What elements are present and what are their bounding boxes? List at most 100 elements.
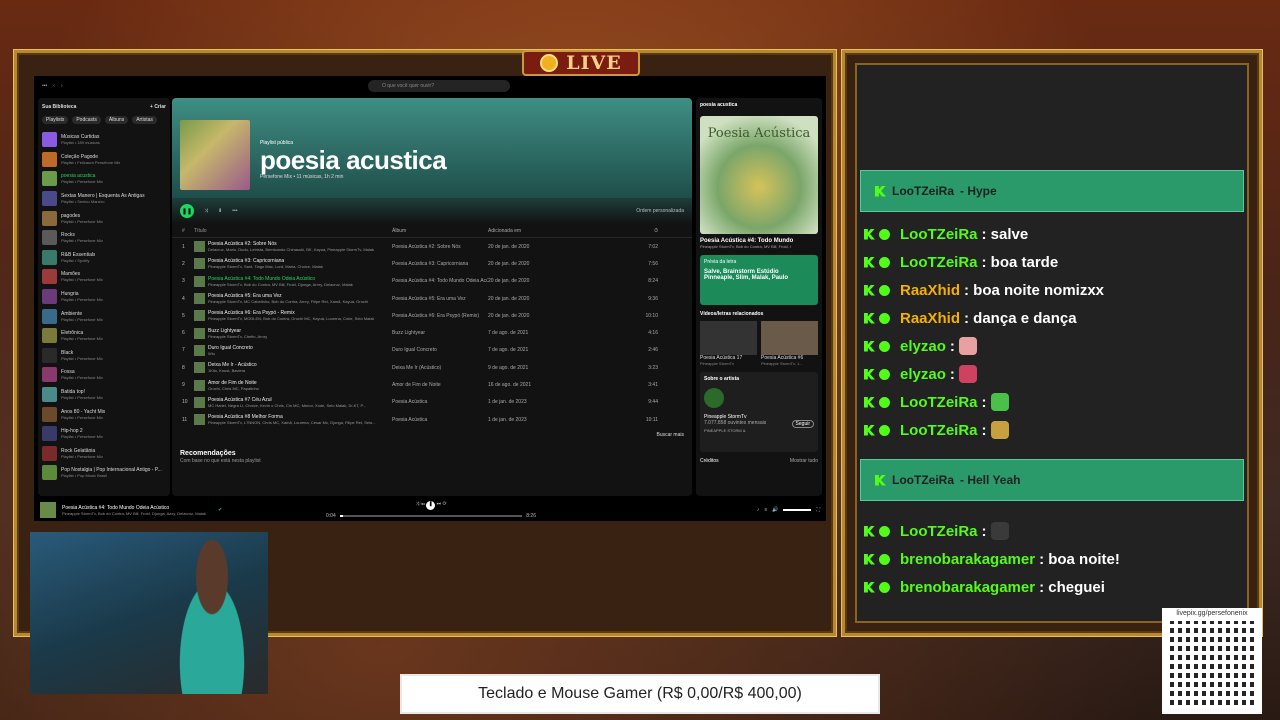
library-item[interactable]: Hungria Playlist • Persefone Mix — [42, 287, 166, 307]
track-artists[interactable]: Pineapple StormTv, Bob do Contra, MV Bil… — [208, 282, 353, 287]
track-album[interactable]: Poesia Acústica #3: Capricorniana — [392, 261, 488, 267]
track-row[interactable]: 8 Deixa Me Ir - Acústico 1Kilo, Knust, Bav… — [172, 359, 692, 376]
download-icon[interactable]: ⬇ — [218, 208, 222, 214]
track-artists[interactable]: MC Hariel, Negra Li, Choice, Kevin o Chr… — [208, 403, 366, 408]
volume-slider[interactable] — [783, 509, 812, 511]
bar-track-artists[interactable]: Pineapple StormTv, Bob do Contra, MV Bil… — [62, 511, 212, 516]
chat-username[interactable]: LooTZeiRa — [900, 226, 978, 243]
chat-username[interactable]: elyzao — [900, 366, 946, 383]
track-row[interactable]: 4 Poesia Acústica #5: Era uma Vez Pineappl… — [172, 290, 692, 307]
filter-chip[interactable]: Álbuns — [104, 116, 129, 124]
col-album[interactable]: Álbum — [392, 228, 488, 234]
library-item[interactable]: Batida top! Playlist • Persefone Mix — [42, 385, 166, 405]
library-item[interactable]: Fossa Playlist • Persefone Mix — [42, 365, 166, 385]
track-album[interactable]: Amor de Fim de Noite — [392, 382, 488, 388]
fullscreen-icon[interactable]: ⛶ — [816, 507, 820, 513]
library-item[interactable]: Músicas Curtidas Playlist • 189 músicas — [42, 130, 166, 150]
col-date[interactable]: Adicionada em — [488, 228, 618, 234]
highlight-user[interactable]: LooTZeiRa — [892, 184, 954, 198]
queue-icon[interactable]: ≡ — [764, 507, 767, 513]
find-more-link[interactable]: Buscar mais — [172, 428, 692, 442]
chat-username[interactable]: LooTZeiRa — [900, 523, 978, 540]
track-artists[interactable]: 1Kilo, Knust, Baviera — [208, 368, 257, 373]
track-row[interactable]: 1 Poesia Acústica #2: Sobre Nós Delacruz, … — [172, 238, 692, 255]
forward-icon[interactable]: › — [61, 83, 63, 89]
create-button[interactable]: + Criar — [150, 104, 166, 110]
library-item[interactable]: Anos 80 - Yacht Mix Playlist • Persefone … — [42, 404, 166, 424]
more-icon[interactable]: ••• — [42, 83, 47, 89]
chat-username[interactable]: elyzao — [900, 338, 946, 355]
track-album[interactable]: Poesia Acústica #5: Era uma Vez — [392, 296, 488, 302]
library-item[interactable]: Eletrônica Playlist • Persefone Mix — [42, 326, 166, 346]
chat-username[interactable]: LooTZeiRa — [900, 422, 978, 439]
library-item[interactable]: Rocks Playlist • Persefone Mix — [42, 228, 166, 248]
repeat-icon[interactable]: ⟳ — [443, 501, 447, 507]
track-artists[interactable]: Wiu — [208, 351, 253, 356]
track-artists[interactable]: Orochi, Chris MC, Papatinho — [208, 386, 259, 391]
pause-button[interactable]: ❚ — [426, 501, 436, 510]
library-item[interactable]: Black Playlist • Persefone Mix — [42, 346, 166, 366]
chat-username[interactable]: brenobarakagamer — [900, 579, 1035, 596]
track-album[interactable]: Buzz Lightyear — [392, 330, 488, 336]
shuffle-icon[interactable]: ⤨ — [415, 501, 419, 507]
library-item[interactable]: Mamões Playlist • Persefone Mix — [42, 267, 166, 287]
track-row[interactable]: 9 Amor de Fim de Noite Orochi, Chris MC, P… — [172, 376, 692, 393]
track-artists[interactable]: Pineapple StormTv, L7NNON, Chris MC, Xam… — [208, 420, 376, 425]
chat-username[interactable]: RaaXhid — [900, 282, 960, 299]
sort-select[interactable]: Ordem personalizada — [636, 208, 684, 214]
saved-check-icon[interactable]: ✔ — [218, 507, 222, 513]
follow-button[interactable]: Seguir — [791, 420, 814, 428]
previous-icon[interactable]: ⏮ — [421, 501, 425, 507]
track-album[interactable]: Poesia Acústica #6: Era Psypó (Remix) — [392, 313, 488, 319]
play-button[interactable]: ❚❚ — [180, 204, 194, 218]
qr-code[interactable]: livepix.gg/persefonenix — [1162, 608, 1262, 714]
library-item[interactable]: Rock Gelatânia Playlist • Persefone Mix — [42, 444, 166, 464]
track-row[interactable]: 11 Poesia Acústica #8 Melhor Forma Pineapp… — [172, 411, 692, 428]
track-row[interactable]: 2 Poesia Acústica #3: Capricorniana Pineap… — [172, 255, 692, 272]
shuffle-icon[interactable]: ⤨ — [204, 208, 208, 214]
related-thumb[interactable] — [761, 321, 818, 355]
next-icon[interactable]: ⏭ — [437, 501, 442, 507]
track-row[interactable]: 6 Buzz Lightyear Pineapple StormTv, Chefin… — [172, 324, 692, 341]
chat-username[interactable]: LooTZeiRa — [900, 394, 978, 411]
col-title[interactable]: Título — [194, 228, 392, 234]
track-album[interactable]: Duro Igual Concreto — [392, 347, 488, 353]
back-icon[interactable]: ‹ — [53, 83, 55, 89]
library-item[interactable]: Ambiente Playlist • Persefone Mix — [42, 306, 166, 326]
track-artists[interactable]: Pineapple StormTv, Chefin, Arnry — [208, 334, 267, 339]
track-album[interactable]: Poesia Acústica — [392, 417, 488, 423]
related-thumb[interactable] — [700, 321, 757, 355]
library-item[interactable]: poesia acustica Playlist • Persefone Mix — [42, 169, 166, 189]
filter-chip[interactable]: Artistas — [132, 116, 157, 124]
highlight-user[interactable]: LooTZeiRa — [892, 473, 954, 487]
track-row[interactable]: 5 Poesia Acústica #6: Era Psypó - Remix Pi… — [172, 307, 692, 324]
library-item[interactable]: Hip-hop 2 Playlist • Persefone Mix — [42, 424, 166, 444]
track-album[interactable]: Poesia Acústica — [392, 399, 488, 405]
now-playing-artists[interactable]: Pineapple StormTv, Bob do Contra, MV Bil… — [700, 244, 818, 249]
track-title[interactable]: Amor de Fim de Noite — [208, 380, 259, 386]
chat-username[interactable]: RaaXhid — [900, 310, 960, 327]
volume-icon[interactable]: 🔊 — [772, 507, 778, 513]
track-artists[interactable]: Pineapple StormTv, MODLEN, Bob do Contra… — [208, 316, 374, 321]
track-album[interactable]: Deixa Me Ir (Acústico) — [392, 365, 488, 371]
track-album[interactable]: Poesia Acústica #4: Todo Mundo Odeia Acú… — [392, 278, 488, 284]
track-row[interactable]: 10 Poesia Acústica #7 Céu Azul MC Hariel, … — [172, 394, 692, 411]
filter-chip[interactable]: Podcasts — [72, 116, 101, 124]
more-options-icon[interactable]: ••• — [232, 208, 237, 214]
track-artists[interactable]: Pineapple StormTv, MC Cabelinho, Bob do … — [208, 299, 368, 304]
lyrics-icon[interactable]: ♪ — [757, 507, 760, 513]
search-input[interactable]: O que você quer ouvir? — [368, 80, 510, 92]
filter-chip[interactable]: Playlists — [42, 116, 69, 124]
lyrics-preview[interactable]: Prévia da letra Salve, Brainstorm Estúdi… — [700, 255, 818, 305]
chat-username[interactable]: brenobarakagamer — [900, 551, 1035, 568]
track-row[interactable]: 3 Poesia Acústica #4: Todo Mundo Odeia Ac… — [172, 273, 692, 290]
library-item[interactable]: R&B Essentials Playlist • Spotify — [42, 248, 166, 268]
library-item[interactable]: Pop Nostalgia | Pop Internacional Antigo… — [42, 463, 166, 483]
library-item[interactable]: Coleção Pagode Playlist • Felicaura Perse… — [42, 150, 166, 170]
track-album[interactable]: Poesia Acústica #2: Sobre Nós — [392, 244, 488, 250]
chat-username[interactable]: LooTZeiRa — [900, 254, 978, 271]
library-item[interactable]: pagodes Playlist • Persefone Mix — [42, 208, 166, 228]
progress-bar[interactable] — [339, 515, 523, 517]
track-row[interactable]: 7 Duro Igual Concreto Wiu Duro Igual Concre… — [172, 342, 692, 359]
track-artists[interactable]: Delacruz, Mario, Dudu, Letrista, Bemican… — [208, 247, 374, 252]
